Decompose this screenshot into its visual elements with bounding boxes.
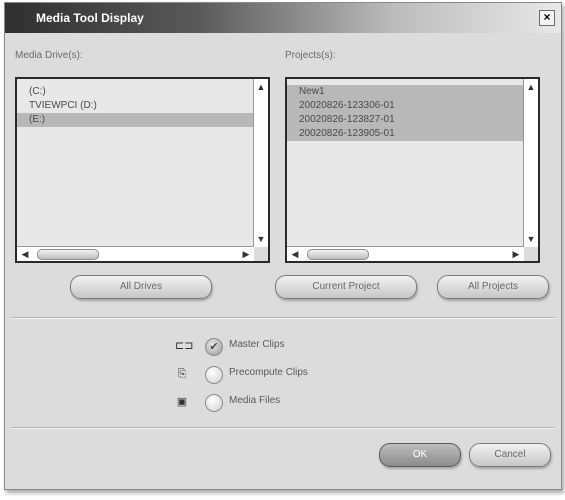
scroll-right-arrow-icon[interactable]: ▶ xyxy=(510,249,522,259)
list-item-drive-c[interactable]: (C:) xyxy=(17,85,254,99)
scroll-down-arrow-icon[interactable]: ▼ xyxy=(525,234,537,244)
precompute-clip-icon: ⎘ xyxy=(177,368,187,380)
option-master-clips[interactable]: ⊏⊐ ✔ Master Clips xyxy=(175,337,375,356)
media-drives-listbox[interactable]: (C:) TVIEWPCI (D:) (E:) ▲ ▼ ◀ ▶ xyxy=(15,77,270,263)
scroll-up-arrow-icon[interactable]: ▲ xyxy=(525,82,537,92)
horizontal-scroll-thumb[interactable] xyxy=(37,249,99,260)
cancel-button[interactable]: Cancel xyxy=(469,443,551,467)
option-media-files[interactable]: ▣ Media Files xyxy=(175,393,375,412)
list-item-project-123905[interactable]: 20020826-123905-01 xyxy=(287,127,524,141)
all-projects-button[interactable]: All Projects xyxy=(437,275,549,299)
list-item-project-new1[interactable]: New1 xyxy=(287,85,524,99)
title-bar[interactable]: Media Tool Display × xyxy=(5,3,561,33)
media-tool-display-window: Media Tool Display × Media Drive(s): (C:… xyxy=(4,2,562,490)
all-drives-button[interactable]: All Drives xyxy=(70,275,212,299)
scroll-left-arrow-icon[interactable]: ◀ xyxy=(19,249,31,259)
list-item-drive-d[interactable]: TVIEWPCI (D:) xyxy=(17,99,254,113)
scroll-up-arrow-icon[interactable]: ▲ xyxy=(255,82,267,92)
window-title: Media Tool Display xyxy=(36,11,144,25)
media-drives-vertical-scrollbar[interactable]: ▲ ▼ xyxy=(253,79,268,247)
precompute-clips-checkbox[interactable] xyxy=(205,366,223,384)
option-precompute-clips[interactable]: ⎘ Precompute Clips xyxy=(175,365,375,384)
media-file-icon: ▣ xyxy=(176,396,188,408)
projects-list: New1 20020826-123306-01 20020826-123827-… xyxy=(287,79,524,247)
projects-listbox[interactable]: New1 20020826-123306-01 20020826-123827-… xyxy=(285,77,540,263)
media-drives-horizontal-scrollbar[interactable]: ◀ ▶ xyxy=(17,246,254,261)
media-drives-list: (C:) TVIEWPCI (D:) (E:) xyxy=(17,79,254,247)
media-files-label: Media Files xyxy=(229,395,281,406)
master-clip-icon: ⊏⊐ xyxy=(175,340,194,352)
projects-label: Projects(s): xyxy=(285,50,336,61)
master-clips-checkbox[interactable]: ✔ xyxy=(205,338,223,356)
projects-horizontal-scrollbar[interactable]: ◀ ▶ xyxy=(287,246,524,261)
projects-vertical-scrollbar[interactable]: ▲ ▼ xyxy=(523,79,538,247)
horizontal-scroll-thumb[interactable] xyxy=(307,249,369,260)
media-files-checkbox[interactable] xyxy=(205,394,223,412)
close-button[interactable]: × xyxy=(539,10,555,26)
current-project-button[interactable]: Current Project xyxy=(275,275,417,299)
list-item-drive-e[interactable]: (E:) xyxy=(17,113,254,127)
media-drives-label: Media Drive(s): xyxy=(15,50,83,61)
divider xyxy=(11,317,555,319)
scroll-left-arrow-icon[interactable]: ◀ xyxy=(289,249,301,259)
divider xyxy=(11,427,555,429)
precompute-clips-label: Precompute Clips xyxy=(229,367,308,378)
scroll-down-arrow-icon[interactable]: ▼ xyxy=(255,234,267,244)
ok-button[interactable]: OK xyxy=(379,443,461,467)
scroll-corner xyxy=(524,247,538,261)
list-item-project-123827[interactable]: 20020826-123827-01 xyxy=(287,113,524,127)
scroll-right-arrow-icon[interactable]: ▶ xyxy=(240,249,252,259)
master-clips-label: Master Clips xyxy=(229,339,285,350)
scroll-corner xyxy=(254,247,268,261)
list-item-project-123306[interactable]: 20020826-123306-01 xyxy=(287,99,524,113)
